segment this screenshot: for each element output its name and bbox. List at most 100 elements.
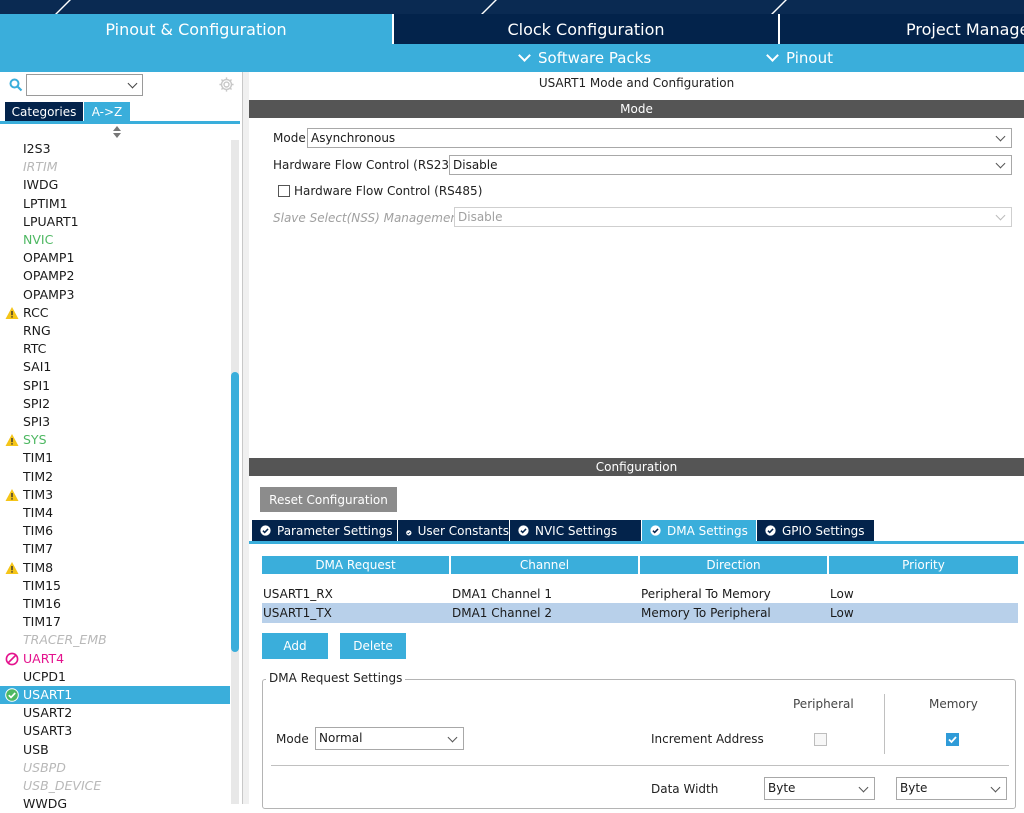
scrollbar-thumb[interactable] [231,372,239,652]
sidebar-item-spi1[interactable]: SPI1 [0,377,230,395]
sidebar-item-usb[interactable]: USB [0,741,230,759]
delete-button[interactable]: Delete [340,633,406,659]
sidebar-item-opamp1[interactable]: OPAMP1 [0,249,230,267]
sidebar-item-tim8[interactable]: TIM8 [0,559,230,577]
sidebar-item-tim16[interactable]: TIM16 [0,595,230,613]
sidebar-item-uart4[interactable]: UART4 [0,650,230,668]
sidebar-item-i2s3[interactable]: I2S3 [0,140,230,158]
sidebar-item-nvic[interactable]: NVIC [0,231,230,249]
sidebar-item-rtc[interactable]: RTC [0,340,230,358]
chevron-down-icon [766,49,779,62]
sidebar-item-lpuart1[interactable]: LPUART1 [0,213,230,231]
tab-pinout-configuration[interactable]: Pinout & Configuration [0,14,392,44]
tab-gpio-settings[interactable]: GPIO Settings [757,520,875,541]
sidebar-item-sys[interactable]: SYS [0,431,230,449]
column-header-priority[interactable]: Priority [829,556,1018,574]
sidebar-item-usart2[interactable]: USART2 [0,704,230,722]
window-top-strip [0,0,1024,14]
check-circle-icon [5,688,19,702]
peripheral-column-header: Peripheral [793,697,854,711]
tab-clock-label: Clock Configuration [507,19,665,39]
sidebar-item-usb-device[interactable]: USB_DEVICE [0,777,230,795]
sidebar-item-tim7[interactable]: TIM7 [0,540,230,558]
tab-parameter-settings[interactable]: Parameter Settings [252,520,398,541]
flow-control-rs232-label: Hardware Flow Control (RS232) [273,158,462,172]
sidebar-item-label: USART2 [23,705,73,721]
sidebar-item-iwdg[interactable]: IWDG [0,176,230,194]
check-circle-icon [650,525,661,536]
strip-link-divider [771,0,787,14]
sidebar-item-ucpd1[interactable]: UCPD1 [0,668,230,686]
sort-arrows-icon[interactable] [112,126,122,138]
sidebar-item-tim2[interactable]: TIM2 [0,468,230,486]
tab-az-label: A->Z [91,105,123,119]
sidebar-item-sai1[interactable]: SAI1 [0,358,230,376]
chevron-down-icon [447,732,458,743]
sidebar-item-label: NVIC [23,232,54,247]
tab-project-manager[interactable]: Project Manage [778,14,1024,44]
column-header-dma-request[interactable]: DMA Request [262,556,451,574]
sidebar-item-usart1[interactable]: USART1 [0,686,230,704]
sidebar-item-rng[interactable]: RNG [0,322,230,340]
tab-clock-configuration[interactable]: Clock Configuration [392,14,778,44]
dma-mode-select[interactable]: Normal [315,727,464,750]
strip-link-divider [55,0,71,14]
flow-control-rs232-value: Disable [453,158,498,172]
configuration-section-header: Configuration [249,458,1024,476]
sidebar-item-label: SYS [23,432,47,448]
table-row[interactable]: USART1_TX DMA1 Channel 2 Memory To Periphe… [262,603,1018,623]
tab-dma-settings[interactable]: DMA Settings [642,520,757,541]
tab-a-to-z[interactable]: A->Z [84,102,130,122]
data-width-memory-select[interactable]: Byte [896,777,1007,800]
tab-nvic-settings[interactable]: NVIC Settings [510,520,642,541]
sidebar-item-label: USART3 [23,723,73,739]
search-input[interactable] [26,74,143,96]
sidebar-item-wwdg[interactable]: WWDG [0,795,230,813]
warning-icon [5,561,19,575]
data-width-peripheral-select[interactable]: Byte [764,777,875,800]
sidebar-item-usbpd[interactable]: USBPD [0,759,230,777]
software-packs-menu[interactable]: Software Packs [518,44,651,72]
flow-control-rs232-select[interactable]: Disable [449,155,1012,175]
gear-icon[interactable] [218,76,235,93]
tab-user-constants[interactable]: User Constants [398,520,510,541]
increment-memory-checkbox[interactable] [946,733,959,746]
tab-project-label: Project Manage [906,19,1024,39]
table-row[interactable]: USART1_RX DMA1 Channel 1 Peripheral To Mem… [262,584,1018,604]
column-header-channel[interactable]: Channel [451,556,640,574]
column-header-direction[interactable]: Direction [640,556,829,574]
flow-control-rs485-checkbox[interactable] [278,185,290,197]
sidebar-item-label: TIM2 [23,468,54,484]
sidebar-item-lptim1[interactable]: LPTIM1 [0,195,230,213]
add-button[interactable]: Add [262,633,328,659]
reset-configuration-button[interactable]: Reset Configuration [260,487,397,512]
sidebar-item-tim1[interactable]: TIM1 [0,449,230,467]
sidebar-item-tracer-emb[interactable]: TRACER_EMB [0,631,230,649]
mode-select[interactable]: Asynchronous [307,128,1012,148]
column-divider [884,694,885,754]
sidebar-item-tim17[interactable]: TIM17 [0,613,230,631]
sidebar-item-label: I2S3 [23,141,51,156]
sidebar-item-tim3[interactable]: TIM3 [0,486,230,504]
sidebar-item-label: UART4 [23,650,65,666]
sidebar-item-tim15[interactable]: TIM15 [0,577,230,595]
sidebar-item-spi2[interactable]: SPI2 [0,395,230,413]
increment-peripheral-checkbox[interactable] [814,733,827,746]
chevron-down-icon [995,210,1006,221]
page-title: USART1 Mode and Configuration [538,76,735,90]
pinout-menu[interactable]: Pinout [766,44,833,72]
tab-categories[interactable]: Categories [5,102,83,122]
sidebar-item-spi3[interactable]: SPI3 [0,413,230,431]
row-divider [271,765,1009,766]
mode-label: Mode [273,131,306,145]
sidebar-item-label: USB [23,741,49,757]
sidebar-item-usart3[interactable]: USART3 [0,722,230,740]
sidebar-item-opamp2[interactable]: OPAMP2 [0,267,230,285]
sidebar-item-tim4[interactable]: TIM4 [0,504,230,522]
tab-underline [0,121,240,124]
sidebar-item-rcc[interactable]: RCC [0,304,230,322]
chevron-down-icon [990,782,1001,793]
sidebar-item-irtim[interactable]: IRTIM [0,158,230,176]
sidebar-item-opamp3[interactable]: OPAMP3 [0,286,230,304]
sidebar-item-tim6[interactable]: TIM6 [0,522,230,540]
